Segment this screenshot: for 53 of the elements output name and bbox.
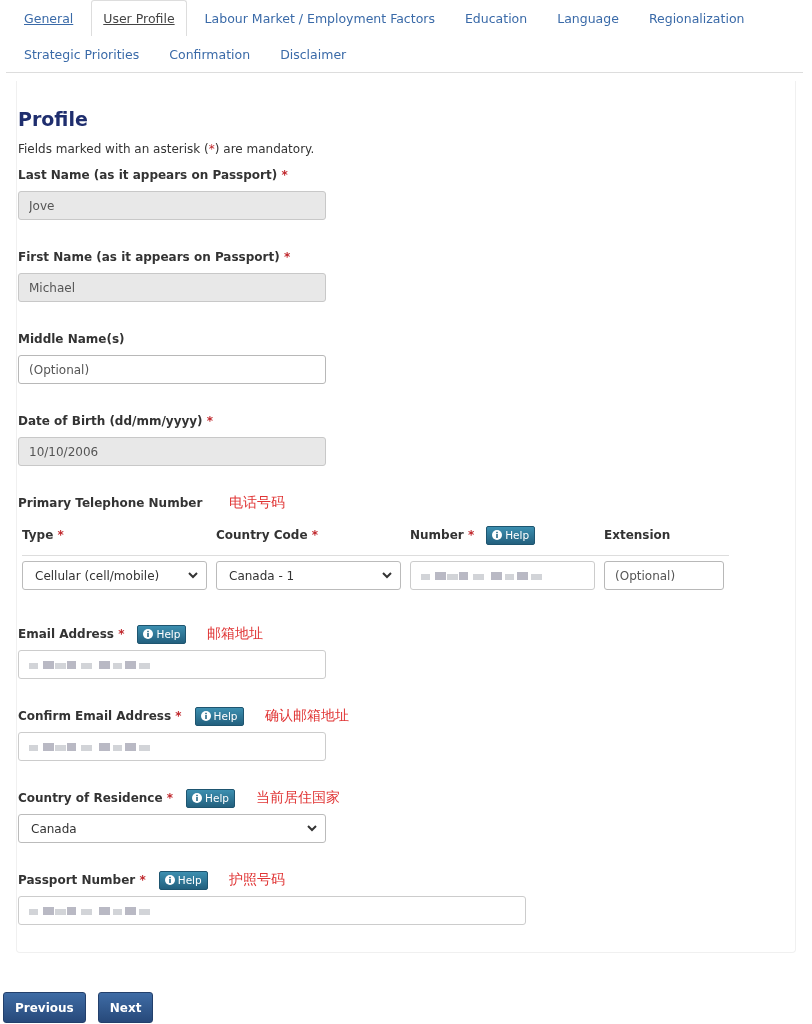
chevron-down-icon [382, 572, 392, 579]
help-button[interactable]: Help [186, 788, 235, 808]
input-field[interactable] [18, 896, 526, 925]
annotation-text: 护照号码 [228, 871, 285, 889]
tab[interactable]: Language [545, 0, 631, 36]
field-label: Email Address * [18, 627, 125, 641]
field-label: Date of Birth (dd/mm/yyyy) * [18, 414, 214, 428]
tab[interactable]: Disclaimer [268, 36, 359, 72]
help-button[interactable]: Help [158, 870, 208, 890]
input-field[interactable] [18, 650, 326, 679]
chevron-down-icon [188, 572, 198, 579]
field-label: Confirm Email Address * [18, 709, 182, 723]
tab[interactable]: General [12, 0, 86, 36]
section-title: Profile [18, 108, 89, 130]
dropdown[interactable]: Canada - 1 [216, 561, 401, 590]
annotation-text: 电话号码 [229, 494, 286, 512]
tab[interactable]: Regionalization [636, 0, 757, 36]
field-label: Passport Number * [18, 873, 146, 887]
annotation-text: 邮箱地址 [207, 625, 264, 643]
field-label: First Name (as it appears on Passport) * [18, 250, 291, 264]
annotation-text: 确认邮箱地址 [264, 707, 349, 725]
nav-button[interactable]: Previous [3, 992, 86, 1023]
field-label: Last Name (as it appears on Passport) * [18, 168, 288, 182]
tab[interactable]: User Profile [91, 0, 187, 36]
field-label: Country Code * [216, 528, 319, 542]
input-field[interactable]: (Optional) [604, 561, 724, 590]
intro-text: Fields marked with an asterisk (*) are mandatory. [18, 142, 316, 156]
input-field[interactable] [18, 732, 326, 761]
dropdown[interactable]: Canada [18, 814, 326, 843]
help-button[interactable]: Help [486, 525, 536, 545]
field-label: Country of Residence * [18, 791, 174, 805]
help-button[interactable]: Help [194, 706, 244, 726]
input-field[interactable]: (Optional) [18, 355, 326, 384]
chevron-down-icon [307, 825, 317, 832]
info-icon [492, 530, 503, 540]
info-icon [200, 711, 211, 721]
field-label: Number * [410, 528, 475, 542]
dropdown[interactable]: Cellular (cell/mobile) [22, 561, 207, 590]
field-label: Type * [22, 528, 64, 542]
tab[interactable]: Confirmation [157, 36, 263, 72]
help-button[interactable]: Help [137, 624, 187, 644]
field-label: Extension [604, 528, 671, 542]
field-label: Primary Telephone Number [18, 496, 203, 510]
info-icon [164, 875, 175, 885]
field-label: Middle Name(s) [18, 332, 125, 346]
nav-button[interactable]: Next [97, 992, 154, 1023]
info-icon [192, 793, 203, 803]
annotation-text: 当前居住国家 [256, 789, 340, 807]
info-icon [143, 629, 154, 639]
tab[interactable]: Strategic Priorities [12, 36, 152, 72]
input-field[interactable] [410, 561, 595, 590]
tab[interactable]: Education [452, 0, 540, 36]
tab[interactable]: Labour Market / Employment Factors [192, 0, 447, 36]
